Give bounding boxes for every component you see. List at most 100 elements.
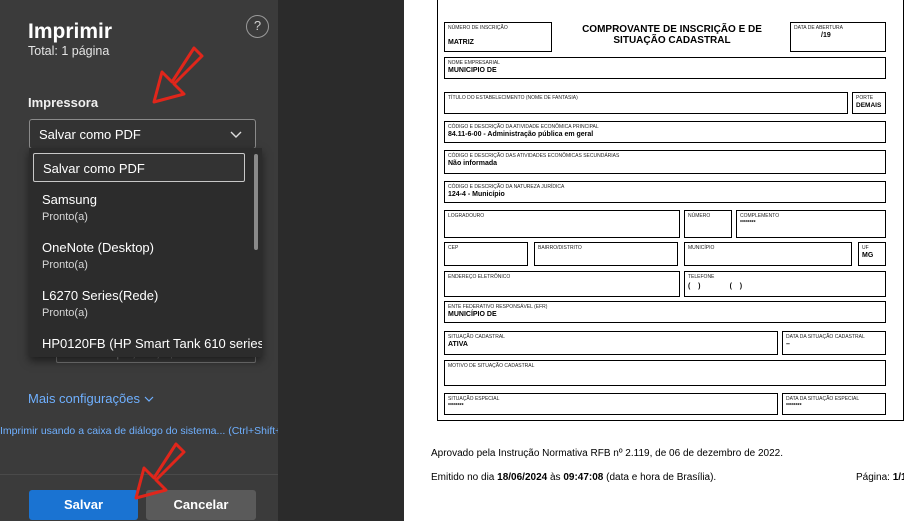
document-title: COMPROVANTE DE INSCRIÇÃO E DE SITUAÇÃO C… [582,24,762,46]
situacao-box: SITUAÇÃO CADASTRAL ATIVA [444,331,778,355]
field-value: ******** [740,220,756,226]
bairro-box: BAIRRO/DISTRITO [534,242,678,266]
save-button[interactable]: Salvar [29,490,138,520]
field-value: DEMAIS [856,102,882,109]
field-value: ******** [786,403,802,409]
field-label: MOTIVO DE SITUAÇÃO CADASTRAL [448,363,535,369]
field-value: ******** [448,403,464,409]
field-label: SITUAÇÃO CADASTRAL [448,334,505,340]
field-label: ENDEREÇO ELETRÔNICO [448,274,511,280]
page-indicator: Página: 1/1 [856,472,904,483]
field-value: /19 [821,32,831,39]
printer-option-samsung[interactable]: Samsung Pronto(a) [29,192,253,223]
empresarial-box: NOME EMPRESARIAL MUNICIPIO DE [444,57,886,79]
field-label: NÚMERO DE INSCRIÇÃO [448,25,508,31]
porte-box: PORTE DEMAIS [852,92,886,114]
printer-option-status: Pronto(a) [42,211,88,223]
emission-time: 09:47:08 [563,472,604,483]
field-label: TELEFONE [688,274,715,280]
chevron-down-icon [144,395,154,406]
field-label: MUNICÍPIO [688,245,715,251]
system-dialog-link[interactable]: Imprimir usando a caixa de diálogo do si… [0,425,278,437]
field-value: MATRIZ [448,39,474,46]
cep-box: CEP [444,242,528,266]
more-settings-label: Mais configurações [28,391,140,406]
print-preview-page[interactable]: NÚMERO DE INSCRIÇÃO MATRIZ COMPROVANTE D… [404,0,904,521]
page-count: Total: 1 página [28,44,110,58]
data-situacao-box: DATA DA SITUAÇÃO CADASTRAL – [782,331,886,355]
field-value: ( ) ( ) [688,283,743,290]
field-label: NOME EMPRESARIAL [448,60,500,66]
especial-box: SITUAÇÃO ESPECIAL ******** [444,393,778,415]
field-label: DATA DE ABERTURA [794,25,843,31]
printer-select-value: Salvar como PDF [39,127,141,142]
emission-mid: às [547,472,564,483]
question-circle-icon[interactable]: ? [246,15,269,38]
field-value: MUNICÍPIO DE [448,311,497,318]
red-arrow-icon [134,442,186,500]
printer-option-name: Samsung [42,192,97,207]
field-label: NÚMERO [688,213,711,219]
printer-option-status: Pronto(a) [42,307,88,319]
field-value: – [786,341,790,348]
data-especial-box: DATA DA SITUAÇÃO ESPECIAL ******** [782,393,886,415]
field-value: 124-4 - Município [448,191,505,198]
page-value: 1/1 [892,472,904,483]
fantasia-box: TÍTULO DO ESTABELECIMENTO (NOME DE FANTA… [444,92,848,114]
printer-option-name: Salvar como PDF [43,161,145,176]
printer-option-name: HP0120FB (HP Smart Tank 610 series [42,336,262,351]
uf-box: UF MG [858,242,886,266]
field-label: DATA DA SITUAÇÃO ESPECIAL [786,396,860,402]
motivo-box: MOTIVO DE SITUAÇÃO CADASTRAL [444,360,886,386]
field-label: CÓDIGO E DESCRIÇÃO DA NATUREZA JURÍDICA [448,184,565,190]
field-label: DATA DA SITUAÇÃO CADASTRAL [786,334,865,340]
field-value: ATIVA [448,341,468,348]
print-panel: Imprimir Total: 1 página ? Impressora Sa… [0,0,278,521]
atividade-box: CÓDIGO E DESCRIÇÃO DA ATIVIDADE ECONÔMIC… [444,121,886,143]
preview-background [278,0,404,521]
printer-select[interactable]: Salvar como PDF [29,119,256,149]
printer-label: Impressora [28,95,99,110]
printer-dropdown: Salvar como PDF Samsung Pronto(a) OneNot… [29,148,262,357]
more-settings-link[interactable]: Mais configurações [28,391,154,406]
chevron-down-icon [229,124,243,147]
printer-option-onenote[interactable]: OneNote (Desktop) Pronto(a) [29,240,253,271]
emission-prefix: Emitido no dia [431,472,498,483]
field-label: TÍTULO DO ESTABELECIMENTO (NOME DE FANTA… [448,95,578,101]
printer-option-l6270[interactable]: L6270 Series(Rede) Pronto(a) [29,288,253,319]
abertura-box: DATA DE ABERTURA /19 [790,22,886,52]
municipio-box: MUNICÍPIO [684,242,852,266]
approval-note: Aprovado pela Instrução Normativa RFB nº… [431,448,784,459]
field-label: ENTE FEDERATIVO RESPONSÁVEL (EFR) [448,304,548,310]
printer-option-status: Pronto(a) [42,259,88,271]
secundarias-box: CÓDIGO E DESCRIÇÃO DAS ATIVIDADES ECONÔM… [444,150,886,174]
page-label: Página: [856,472,893,483]
field-label: SITUAÇÃO ESPECIAL [448,396,500,402]
emission-suffix: (data e hora de Brasília). [603,472,717,483]
printer-option-hp[interactable]: HP0120FB (HP Smart Tank 610 series [29,336,262,351]
complemento-box: COMPLEMENTO ******** [736,210,886,238]
field-label: LOGRADOURO [448,213,485,219]
printer-option-name: L6270 Series(Rede) [42,288,159,303]
logradouro-box: LOGRADOURO [444,210,680,238]
dropdown-scrollbar[interactable] [254,154,258,250]
emission-note: Emitido no dia 18/06/2024 às 09:47:08 (d… [431,472,716,483]
email-box: ENDEREÇO ELETRÔNICO [444,271,680,297]
field-value: MUNICIPIO DE [448,67,497,74]
field-label: CEP [448,245,459,251]
field-label: COMPLEMENTO [740,213,780,219]
printer-option-pdf[interactable]: Salvar como PDF [33,153,245,182]
field-value: 84.11-6-00 - Administração pública em ge… [448,131,594,138]
red-arrow-icon [152,46,204,104]
efr-box: ENTE FEDERATIVO RESPONSÁVEL (EFR) MUNICÍ… [444,301,886,323]
telefone-box: TELEFONE ( ) ( ) [684,271,886,297]
cnpj-form: NÚMERO DE INSCRIÇÃO MATRIZ COMPROVANTE D… [437,0,904,421]
field-label: CÓDIGO E DESCRIÇÃO DAS ATIVIDADES ECONÔM… [448,153,620,159]
printer-option-name: OneNote (Desktop) [42,240,154,255]
print-title: Imprimir [28,20,113,43]
field-value: MG [862,252,874,259]
natureza-box: CÓDIGO E DESCRIÇÃO DA NATUREZA JURÍDICA … [444,181,886,203]
field-label: BAIRRO/DISTRITO [538,245,582,251]
field-label: UF [862,245,869,251]
inscricao-box: NÚMERO DE INSCRIÇÃO MATRIZ [444,22,552,52]
